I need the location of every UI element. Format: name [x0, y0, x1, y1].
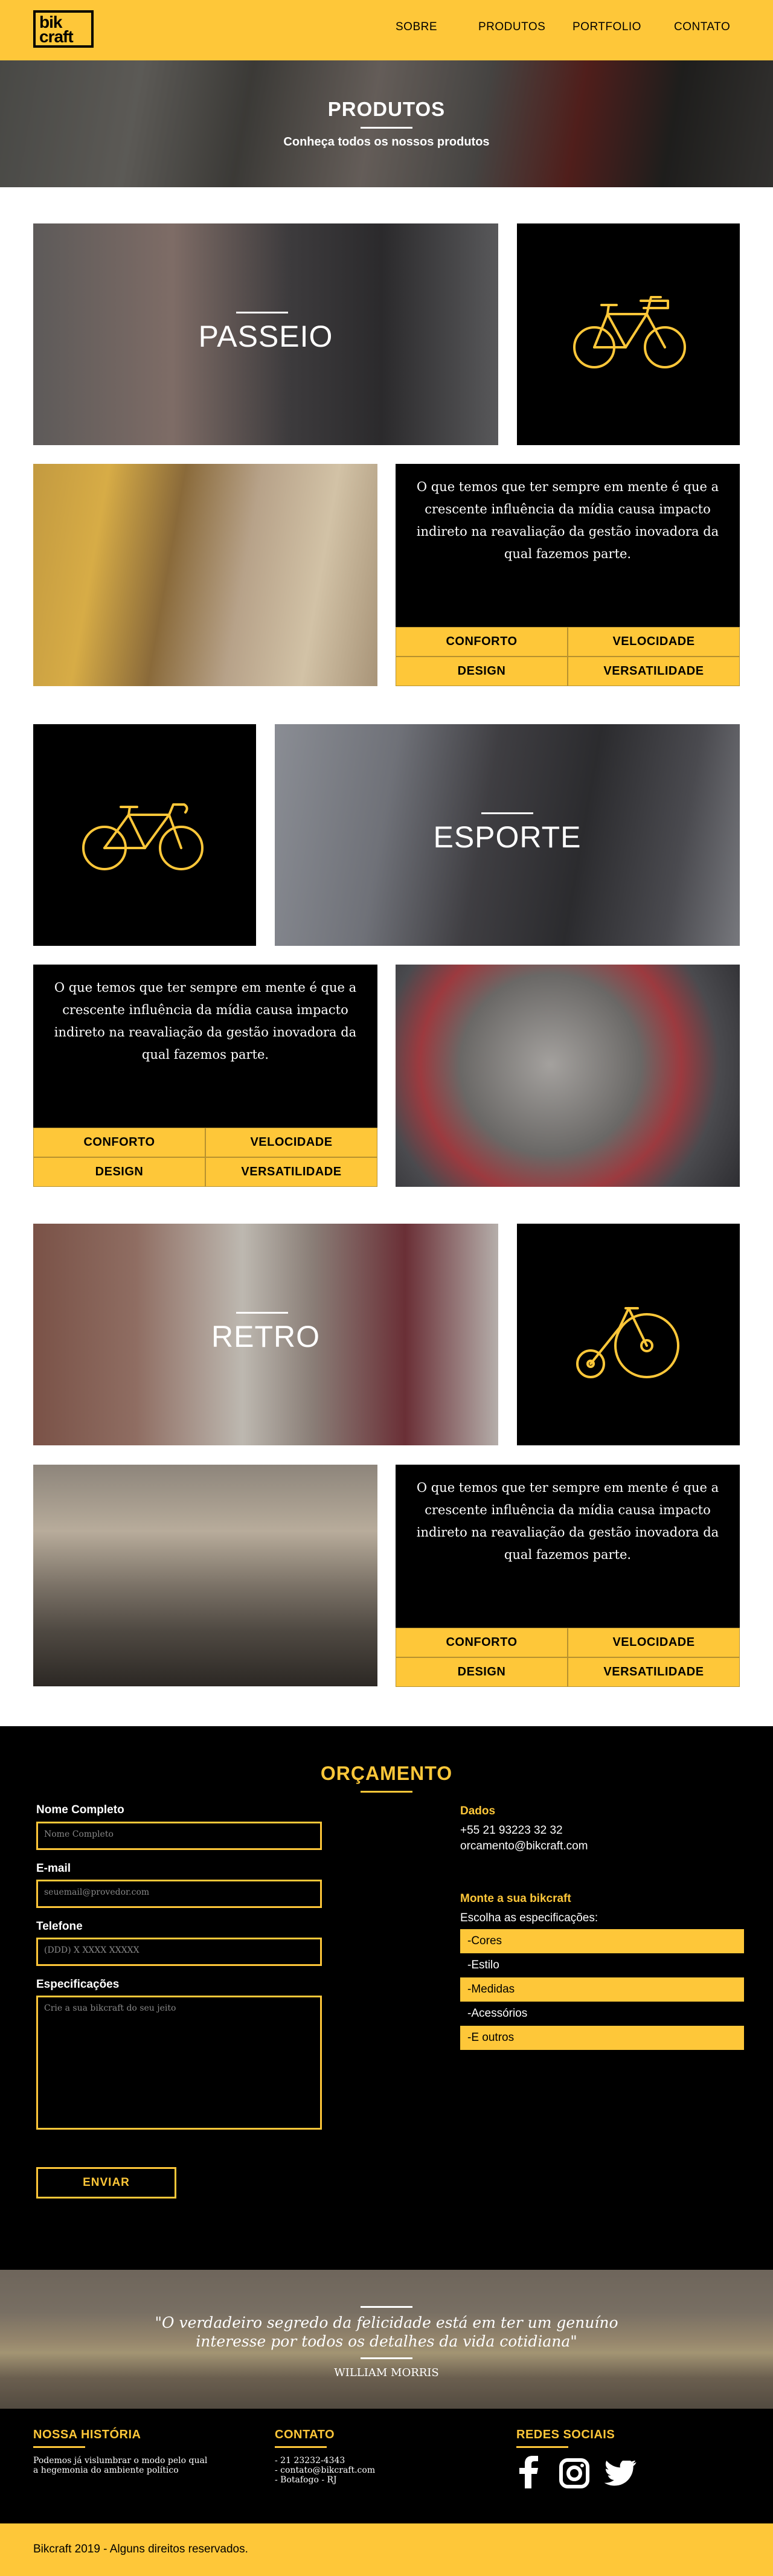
footer-historia-text-1: Podemos já vislumbrar o modo pelo qual	[33, 2456, 208, 2465]
quote-line-2: interesse por todos os detalhes da vida …	[196, 2333, 577, 2350]
footer-contato-email[interactable]: - contato@bikcraft.com	[275, 2465, 375, 2475]
quote-author: WILLIAM MORRIS	[334, 2366, 439, 2379]
feature-conforto: CONFORTO	[396, 627, 568, 657]
page-title: PRODUTOS	[327, 98, 446, 120]
email-label: E-mail	[36, 1862, 71, 1875]
option-medidas: -Medidas	[460, 1977, 744, 2002]
site-footer: NOSSA HISTÓRIA Podemos já vislumbrar o m…	[0, 2409, 773, 2523]
instagram-icon[interactable]	[559, 2458, 589, 2488]
footer-contato-place: - Botafogo - RJ	[275, 2475, 337, 2485]
passeio-icon-box	[517, 223, 740, 445]
city-bicycle-icon	[573, 296, 686, 368]
footer-divider	[33, 2446, 85, 2448]
spec-textarea[interactable]: Crie a sua bikcraft do seu jeito	[36, 1996, 322, 2130]
facebook-icon[interactable]	[518, 2456, 539, 2488]
name-input[interactable]: Nome Completo	[36, 1822, 322, 1850]
title-divider	[361, 1791, 412, 1793]
phone-input[interactable]: (DDD) X XXXX XXXXX	[36, 1938, 322, 1966]
email-input[interactable]: seuemail@provedor.com	[36, 1880, 322, 1908]
esporte-icon-box	[33, 724, 256, 946]
section-title: ORÇAMENTO	[320, 1762, 453, 1784]
feature-velocidade: VELOCIDADE	[568, 627, 740, 657]
product-description: O que temos que ter sempre em mente é qu…	[416, 1480, 719, 1562]
quote-top-divider	[361, 2306, 412, 2308]
option-acessorios: -Acessórios	[460, 2002, 744, 2026]
dados-title: Dados	[460, 1805, 496, 1817]
testimonial-band: "O verdadeiro segredo da felicidade está…	[0, 2270, 773, 2409]
option-e-outros: -E outros	[460, 2026, 744, 2050]
quote-bottom-divider	[361, 2357, 412, 2359]
product-description: O que temos que ter sempre em mente é qu…	[416, 480, 719, 561]
phone-label: Telefone	[36, 1920, 83, 1933]
footer-historia-text-2: a hegemonia do ambiente político	[33, 2465, 179, 2475]
category-title-retro: RETRO	[211, 1320, 320, 1354]
penny-farthing-icon	[576, 1307, 679, 1378]
twitter-icon[interactable]	[604, 2461, 637, 2487]
feature-conforto: CONFORTO	[33, 1128, 205, 1157]
dados-phone: +55 21 93223 32 32	[460, 1824, 563, 1837]
submit-button[interactable]: ENVIAR	[36, 2167, 176, 2199]
quote-form-section: ORÇAMENTO Nome Completo Nome Completo E-…	[0, 1726, 773, 2270]
passeio-detail-photo	[33, 464, 377, 686]
hero-banner: PRODUTOS Conheça todos os nossos produto…	[0, 60, 773, 187]
category-divider	[236, 312, 288, 313]
monte-intro: Escolha as especificações:	[460, 1912, 598, 1924]
feature-conforto: CONFORTO	[396, 1628, 568, 1657]
page-subtitle: Conheça todos os nossos produtos	[283, 135, 490, 149]
copyright-text: Bikcraft 2019 - Alguns direitos reservad…	[33, 2543, 248, 2555]
category-divider	[481, 812, 533, 814]
feature-design: DESIGN	[396, 657, 568, 686]
option-estilo: -Estilo	[460, 1953, 744, 1977]
passeio-description-box: O que temos que ter sempre em mente é qu…	[396, 464, 740, 627]
copyright-bar: Bikcraft 2019 - Alguns direitos reservad…	[0, 2523, 773, 2576]
retro-description-box: O que temos que ter sempre em mente é qu…	[396, 1465, 740, 1628]
quote-line-1: "O verdadeiro segredo da felicidade está…	[155, 2314, 618, 2331]
retro-detail-photo	[33, 1465, 377, 1686]
sport-bicycle-icon	[82, 803, 204, 870]
spec-label: Especificações	[36, 1978, 120, 1991]
esporte-detail-photo	[396, 965, 740, 1187]
nav-item-portfolio[interactable]: PORTFOLIO	[573, 21, 641, 34]
category-divider	[236, 1312, 288, 1314]
category-title-passeio: PASSEIO	[198, 320, 333, 353]
feature-design: DESIGN	[33, 1157, 205, 1187]
footer-contato-title: CONTATO	[275, 2428, 335, 2441]
product-description: O que temos que ter sempre em mente é qu…	[54, 980, 357, 1062]
site-header: bik craft SOBRE PRODUTOS PORTFOLIO CONTA…	[0, 0, 773, 60]
title-divider	[361, 127, 412, 129]
option-cores: -Cores	[460, 1929, 744, 1953]
footer-redes-title: REDES SOCIAIS	[516, 2428, 615, 2441]
main-nav: SOBRE PRODUTOS PORTFOLIO CONTATO	[0, 21, 773, 39]
retro-icon-box	[517, 1224, 740, 1445]
footer-divider	[275, 2446, 327, 2448]
feature-versatilidade: VERSATILIDADE	[568, 657, 740, 686]
retro-photo: RETRO	[33, 1224, 498, 1445]
nav-item-contato[interactable]: CONTATO	[674, 21, 730, 34]
footer-historia-title: NOSSA HISTÓRIA	[33, 2428, 141, 2441]
esporte-photo: ESPORTE	[275, 724, 740, 946]
feature-versatilidade: VERSATILIDADE	[205, 1157, 377, 1187]
dados-email: orcamento@bikcraft.com	[460, 1840, 588, 1852]
feature-velocidade: VELOCIDADE	[205, 1128, 377, 1157]
monte-title: Monte a sua bikcraft	[460, 1892, 571, 1905]
products-section: PASSEIO O que temos que ter sempre em me…	[0, 187, 773, 1726]
nav-item-sobre[interactable]: SOBRE	[396, 21, 437, 34]
feature-design: DESIGN	[396, 1657, 568, 1687]
feature-versatilidade: VERSATILIDADE	[568, 1657, 740, 1687]
nav-item-produtos[interactable]: PRODUTOS	[478, 21, 545, 34]
name-label: Nome Completo	[36, 1804, 124, 1816]
passeio-photo: PASSEIO	[33, 223, 498, 445]
category-title-esporte: ESPORTE	[433, 820, 582, 854]
footer-divider	[516, 2446, 568, 2448]
footer-contato-phone: - 21 23232-4343	[275, 2456, 345, 2465]
esporte-description-box: O que temos que ter sempre em mente é qu…	[33, 965, 377, 1128]
feature-velocidade: VELOCIDADE	[568, 1628, 740, 1657]
